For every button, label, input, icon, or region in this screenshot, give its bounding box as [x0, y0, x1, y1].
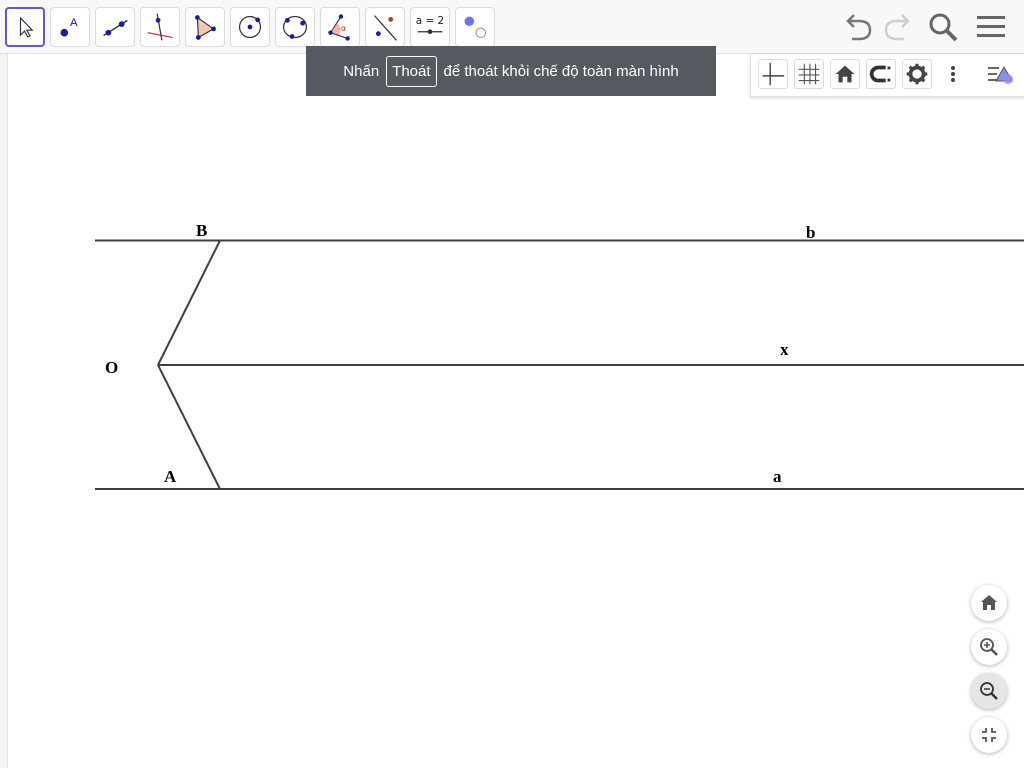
toast-suffix: để thoát khỏi chế độ toàn màn hình — [443, 62, 679, 80]
more-icon — [951, 66, 955, 82]
exit-fullscreen-icon — [982, 728, 996, 742]
point-capturing-button[interactable] — [866, 59, 896, 89]
escape-key-hint: Thoát — [386, 55, 437, 87]
geometry-drawing — [95, 239, 1024, 490]
zoom-in-icon — [980, 638, 998, 656]
magnet-icon — [869, 65, 891, 83]
axes-icon — [762, 62, 785, 86]
settings-icon — [906, 63, 928, 85]
toggle-axes-button[interactable] — [758, 59, 788, 89]
zoom-out-button[interactable] — [971, 673, 1007, 709]
standard-view-button[interactable] — [830, 59, 860, 89]
style-bar-toggle-button[interactable] — [985, 59, 1015, 89]
zoom-in-button[interactable] — [971, 629, 1007, 665]
toggle-grid-button[interactable] — [794, 59, 824, 89]
style-bar-toggle-icon — [988, 65, 1013, 84]
graphics-style-bar — [750, 54, 1024, 97]
more-options-button[interactable] — [938, 59, 968, 89]
line-label-a: a — [773, 467, 782, 486]
line-label-b: b — [806, 223, 816, 242]
home-icon — [981, 595, 997, 610]
ray-label-x: x — [780, 340, 789, 359]
point-label-o: O — [105, 358, 119, 377]
grid-icon — [798, 63, 820, 85]
point-label-a-upper: A — [164, 467, 177, 486]
home-icon — [835, 65, 855, 83]
point-label-b-upper: B — [196, 221, 208, 240]
fullscreen-exit-toast: Nhấn Thoát để thoát khỏi chế độ toàn màn… — [306, 46, 716, 96]
segment-ob[interactable] — [157, 240, 221, 366]
zoom-home-button[interactable] — [971, 585, 1007, 621]
toast-prefix: Nhấn — [343, 62, 380, 80]
graphics-settings-button[interactable] — [902, 59, 932, 89]
zoom-out-icon — [980, 682, 998, 700]
exit-fullscreen-button[interactable] — [971, 717, 1007, 753]
